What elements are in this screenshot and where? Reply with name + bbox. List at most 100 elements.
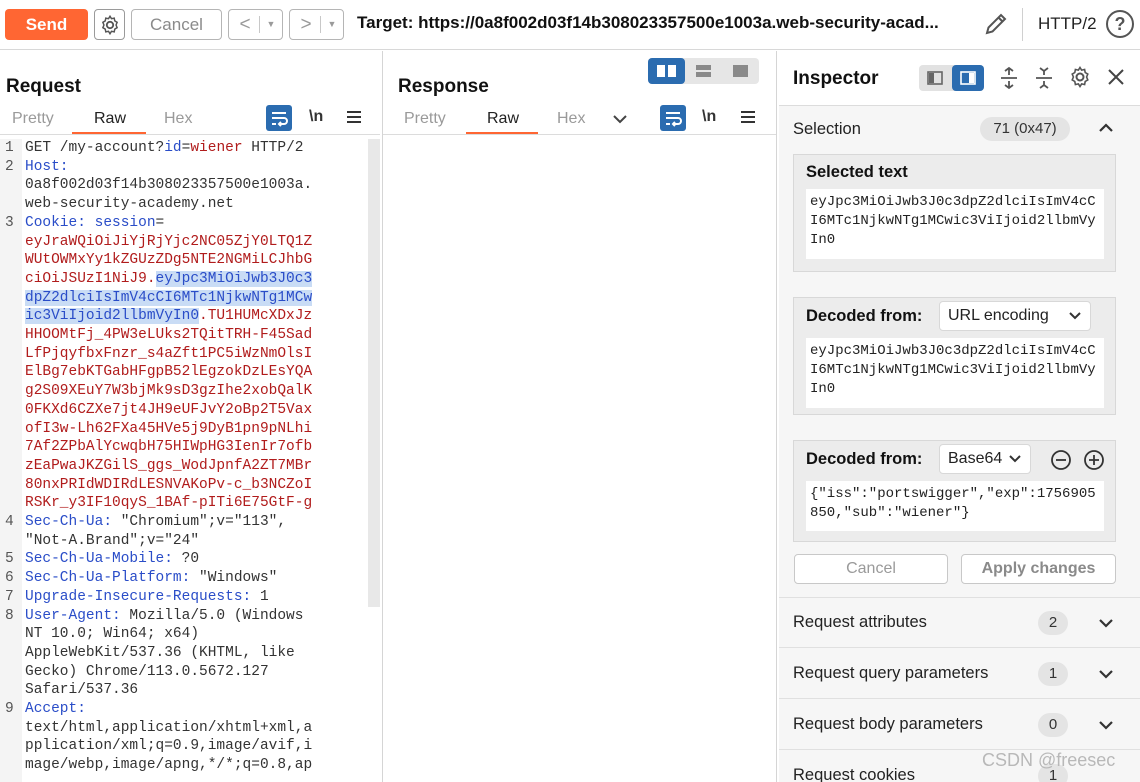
layout-toggle — [648, 58, 759, 84]
chevron-up-icon[interactable] — [1098, 122, 1114, 134]
decoded-base64-value[interactable]: {"iss":"portswigger","exp":1756905850,"s… — [806, 481, 1104, 531]
request-tab-pretty[interactable]: Pretty — [12, 110, 54, 128]
response-editor[interactable] — [383, 135, 776, 782]
code-token: Sec-Ch-Ua-Mobile: — [25, 551, 173, 568]
back-arrow-icon[interactable]: < — [231, 10, 259, 39]
editor-line: RSKr_y3IF10qyS_1BAf-pITi6E75GtF-g — [0, 494, 368, 513]
layout-stacked-button[interactable] — [685, 58, 722, 84]
code-token: Host: — [25, 158, 69, 175]
section-request-query-parameters[interactable]: Request query parameters 1 — [779, 649, 1140, 699]
send-button[interactable]: Send — [5, 9, 88, 40]
line-number: 2 — [5, 158, 14, 175]
wrap-lines-button[interactable] — [266, 105, 292, 131]
code-token: Mozilla/5.0 (Windows — [120, 607, 304, 624]
protocol-selector[interactable]: HTTP/2 — [1038, 14, 1097, 34]
decoded-url-box: Decoded from: URL encoding eyJpc3MiOiJwb… — [793, 297, 1116, 415]
selection-count-badge: 71 (0x47) — [980, 117, 1070, 141]
request-tab-raw[interactable]: Raw — [94, 110, 126, 128]
section-count-badge: 0 — [1038, 713, 1068, 737]
layout-tabs-button[interactable] — [722, 58, 759, 84]
editor-line: 6 Sec-Ch-Ua-Platform: "Windows" — [0, 569, 368, 588]
settings-button[interactable] — [94, 9, 125, 40]
encoding-select-value: URL encoding — [948, 307, 1049, 324]
forward-dropdown-icon[interactable]: ▼ — [324, 10, 340, 39]
selected-text-value[interactable]: eyJpc3MiOiJwb3J0c3dpZ2dlciIsImV4cCI6MTc1… — [806, 189, 1104, 259]
editor-line: dpZ2dlciIsImV4cCI6MTc1NjkwNTg1MCw — [0, 289, 368, 308]
chevron-down-icon[interactable] — [612, 113, 628, 125]
line-code: ciOiJSUzI1NiJ9.eyJpc3MiOiJwb3J0c3 — [25, 270, 313, 289]
code-token: 0a8f002d03f14b308023357500e1003a. — [25, 177, 313, 194]
selection-label: Selection — [793, 120, 861, 138]
gear-icon — [101, 14, 119, 36]
remove-decode-icon[interactable] — [1050, 449, 1072, 471]
layout-side-by-side-button[interactable] — [648, 58, 685, 84]
encoding-select-url[interactable]: URL encoding — [939, 301, 1091, 331]
response-tab-raw[interactable]: Raw — [487, 110, 519, 128]
request-editor[interactable]: 1 GET /my-account?id=wiener HTTP/2 2 Host: 0… — [0, 139, 368, 782]
editor-line: 4 Sec-Ch-Ua: "Chromium";v="113", — [0, 513, 368, 532]
code-token: web-security-academy.net — [25, 196, 234, 213]
gear-icon[interactable] — [1068, 65, 1092, 89]
editor-line: 5 Sec-Ch-Ua-Mobile: ?0 — [0, 550, 368, 569]
response-tab-pretty[interactable]: Pretty — [404, 110, 446, 128]
code-token: 0FKXd6CZXe7jt4JH9eUFJvY2oBp2T5Vax — [25, 401, 313, 418]
show-newlines-button[interactable]: \n — [702, 108, 716, 126]
line-code: 80nxPRIdWDIRdLESNVAKoPv-c_b3NCZoI — [25, 476, 312, 495]
line-code: 0a8f002d03f14b308023357500e1003a. — [25, 176, 312, 195]
encoding-select-base64[interactable]: Base64 — [939, 444, 1031, 474]
decoded-url-value[interactable]: eyJpc3MiOiJwb3J0c3dpZ2dlciIsImV4cCI6MTc1… — [806, 338, 1104, 408]
panel-divider[interactable] — [776, 51, 777, 782]
code-token: RSKr_y3IF10qyS_1BAf-pITi6E75GtF-g — [25, 495, 313, 512]
section-label: Request attributes — [793, 613, 927, 631]
editor-line: 1 GET /my-account?id=wiener HTTP/2 — [0, 139, 368, 158]
inspector-cancel-button[interactable]: Cancel — [794, 554, 948, 584]
chevron-down-icon — [1009, 455, 1021, 463]
code-token: "Chromium";v="113", — [112, 514, 287, 530]
inspector-title: Inspector — [793, 68, 879, 89]
toolbar: Send Cancel < ▼ > ▼ Target: https://0a8f… — [0, 0, 1140, 50]
expand-all-icon[interactable] — [998, 66, 1020, 90]
line-code: Gecko) Chrome/113.0.5672.127 — [25, 663, 269, 682]
line-code: ofI3w-Lh62FXa45HVe5j9DyB1pn9pNLhi — [25, 420, 312, 439]
code-token: .TU1HUMcXDxJz — [199, 308, 313, 325]
editor-line: zEaPwaJKZGilS_ggs_WodJpnfA2ZT7MBr — [0, 457, 368, 476]
edit-target-icon[interactable] — [982, 10, 1010, 38]
response-title: Response — [398, 76, 489, 97]
menu-icon[interactable] — [345, 109, 363, 125]
forward-arrow-icon[interactable]: > — [292, 10, 320, 39]
response-tab-hex[interactable]: Hex — [557, 110, 585, 128]
editor-line: "Not-A.Brand";v="24" — [0, 532, 368, 551]
menu-icon[interactable] — [739, 109, 757, 125]
inspector-layout-left-button[interactable] — [919, 65, 951, 91]
request-tab-hex[interactable]: Hex — [164, 110, 192, 128]
line-code: g2S09XEuY7W3bjMk9sD3gzIhe2xobQalK — [25, 382, 312, 401]
show-newlines-button[interactable]: \n — [309, 108, 323, 126]
apply-changes-button[interactable]: Apply changes — [961, 554, 1116, 584]
editor-line: 2 Host: — [0, 158, 368, 177]
cancel-button[interactable]: Cancel — [131, 9, 222, 40]
selected-text-segment: eyJpc3MiOiJwb3J0c3 — [155, 270, 313, 287]
line-code: Sec-Ch-Ua-Platform: "Windows" — [25, 569, 277, 588]
selected-text-segment: dpZ2dlciIsImV4cCI6MTc1NjkwNTg1MCw — [25, 289, 313, 306]
inspector-layout-right-button[interactable] — [952, 65, 984, 91]
target-url[interactable]: Target: https://0a8f002d03f14b3080233575… — [357, 13, 967, 37]
section-request-body-parameters[interactable]: Request body parameters 0 — [779, 700, 1140, 750]
collapse-all-icon[interactable] — [1033, 66, 1055, 90]
code-token: = — [155, 214, 165, 231]
editor-line: ciOiJSUzI1NiJ9.eyJpc3MiOiJwb3J0c3 — [0, 270, 368, 289]
back-dropdown-icon[interactable]: ▼ — [263, 10, 279, 39]
request-scrollbar[interactable] — [368, 139, 380, 607]
wrap-lines-button[interactable] — [660, 105, 686, 131]
encoding-select-value: Base64 — [948, 450, 1003, 467]
add-decode-icon[interactable] — [1083, 449, 1105, 471]
line-code: HHOOMtFj_4PW3eLUks2TQitTRH-F45Sad — [25, 326, 312, 345]
line-number: 8 — [5, 607, 14, 624]
section-request-attributes[interactable]: Request attributes 2 — [779, 598, 1140, 648]
line-number: 9 — [5, 701, 14, 717]
line-code: text/html,application/xhtml+xml,a — [25, 719, 312, 738]
help-icon[interactable]: ? — [1106, 10, 1134, 38]
line-number: 1 — [5, 140, 14, 156]
line-code: Sec-Ch-Ua: "Chromium";v="113", — [25, 513, 286, 532]
close-icon[interactable] — [1106, 67, 1126, 87]
separator — [1022, 8, 1023, 41]
